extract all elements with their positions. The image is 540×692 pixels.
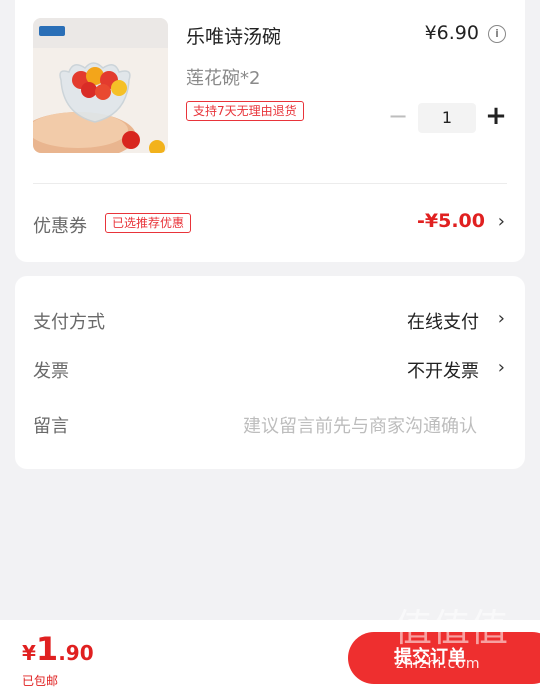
info-icon[interactable]: i: [488, 25, 506, 43]
payment-method-value[interactable]: 在线支付: [407, 308, 479, 334]
payment-card: 支付方式 在线支付 › 发票 不开发票 › 留言 建议留言前先与商家沟通确认: [15, 276, 525, 469]
message-input[interactable]: 建议留言前先与商家沟通确认: [243, 412, 477, 438]
shipping-note: 已包邮: [22, 674, 59, 688]
chevron-right-icon[interactable]: ›: [498, 212, 505, 232]
chevron-right-icon[interactable]: ›: [498, 358, 505, 378]
product-thumbnail[interactable]: [33, 18, 168, 153]
divider: [33, 183, 507, 184]
product-card: 乐唯诗汤碗 莲花碗*2 支持7天无理由退货 ¥6.90 i − 1 + 优惠券 …: [15, 0, 525, 262]
watermark-text: zhizhi.com: [396, 656, 481, 672]
message-label: 留言: [33, 416, 69, 437]
order-total: ¥1.90: [22, 630, 94, 668]
coupon-label: 优惠券: [33, 216, 87, 237]
plus-icon[interactable]: +: [483, 102, 509, 130]
total-integer: 1: [35, 630, 59, 668]
invoice-label: 发票: [33, 361, 69, 382]
payment-method-label: 支付方式: [33, 312, 105, 333]
total-decimal: .90: [58, 641, 94, 665]
product-price: ¥6.90: [424, 22, 479, 44]
minus-icon[interactable]: −: [387, 104, 409, 128]
product-spec[interactable]: 莲花碗*2: [186, 64, 260, 90]
product-image: [33, 18, 168, 153]
currency-symbol: ¥: [22, 641, 36, 665]
coupon-value[interactable]: -¥5.00: [417, 210, 485, 232]
invoice-value[interactable]: 不开发票: [407, 357, 479, 383]
coupon-tag: 已选推荐优惠: [105, 213, 192, 233]
watermark-logo: 值值值: [394, 606, 509, 650]
quantity-input[interactable]: 1: [418, 103, 476, 133]
chevron-right-icon[interactable]: ›: [498, 309, 505, 329]
return-policy-tag: 支持7天无理由退货: [186, 101, 304, 121]
product-title: 乐唯诗汤碗: [186, 26, 282, 48]
